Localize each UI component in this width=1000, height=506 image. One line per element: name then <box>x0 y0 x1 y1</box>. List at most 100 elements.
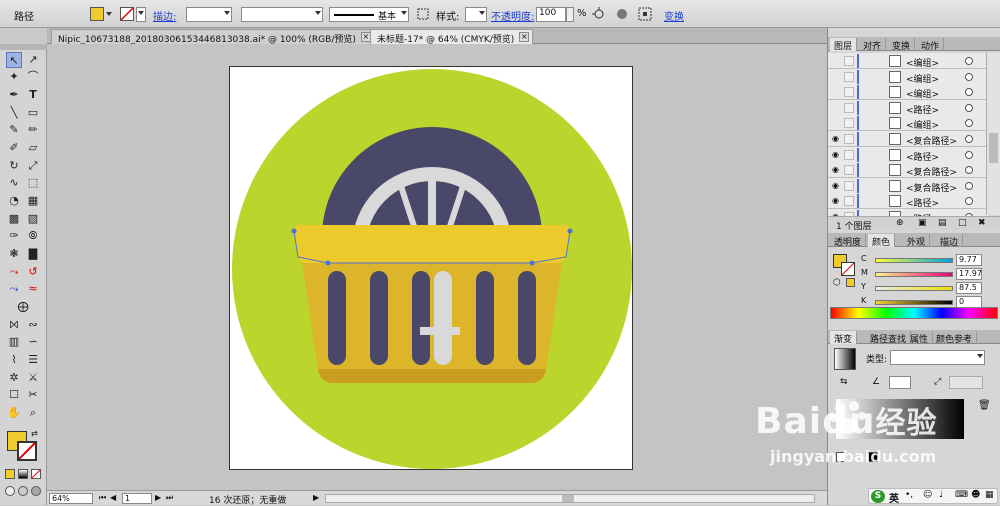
opacity-input[interactable]: 100 <box>536 7 566 22</box>
anchor-tool-icon[interactable]: ⤳ <box>6 281 22 297</box>
new-sublayer-icon[interactable]: ▤ <box>938 218 947 228</box>
tab-stroke[interactable]: 描边 <box>936 234 964 248</box>
draw-normal-icon[interactable] <box>5 486 15 496</box>
tab-attributes[interactable]: 属性 <box>906 331 934 345</box>
layer-row[interactable]: ◉ <复合路径> <box>828 177 988 194</box>
direct-selection-tool-icon[interactable]: ↗ <box>25 52 41 68</box>
target-icon[interactable] <box>965 103 973 112</box>
tab-transform[interactable]: 变换 <box>888 38 916 52</box>
tab-transparency[interactable]: 透明度 <box>830 234 867 248</box>
color-slider-k[interactable]: K0 <box>861 296 1000 310</box>
ime-language[interactable]: 英 <box>889 490 899 505</box>
eye-icon[interactable]: ◉ <box>832 150 842 160</box>
target-icon[interactable] <box>965 166 973 175</box>
lock-toggle[interactable] <box>844 196 854 207</box>
scroll-thumb[interactable] <box>562 495 574 502</box>
ime-punct-icon[interactable]: •, <box>905 490 913 500</box>
gradient-mode-icon[interactable] <box>18 469 28 479</box>
eye-icon[interactable]: ◉ <box>832 134 842 144</box>
bars-tool-icon[interactable]: ☰ <box>25 352 41 368</box>
layer-row[interactable]: <编组> <box>828 68 988 85</box>
rectangle-tool-icon[interactable]: ▭ <box>25 105 41 121</box>
target-icon[interactable] <box>965 135 973 143</box>
tab-pathfinder[interactable]: 路径查找 <box>866 331 912 345</box>
none-mode-icon[interactable] <box>31 469 41 479</box>
artboard-tool-icon[interactable]: ⨝ <box>6 317 22 333</box>
tab-color[interactable]: 颜色 <box>868 234 896 248</box>
type-tool-icon[interactable]: T <box>25 87 41 103</box>
fill-dropdown-icon[interactable] <box>106 10 114 18</box>
smooth-tool-icon[interactable]: ≈ <box>25 281 41 297</box>
slice-tool-icon[interactable]: ⨁ <box>15 299 31 315</box>
canvas-area[interactable] <box>47 44 827 490</box>
swap-colors-icon[interactable]: ⇄ <box>31 430 39 438</box>
zoom-field[interactable]: 64% <box>49 493 93 504</box>
ribbon-tool-icon[interactable]: ∾ <box>25 317 41 333</box>
fill-swatch[interactable] <box>90 7 104 21</box>
tab-layers[interactable]: 图层 <box>830 38 858 52</box>
layers-scroll-thumb[interactable] <box>989 133 998 163</box>
aspect-ratio-input[interactable] <box>949 376 983 389</box>
lock-toggle[interactable] <box>844 180 854 191</box>
ime-user-icon[interactable]: ☻ <box>971 490 980 500</box>
target-icon[interactable] <box>965 181 973 190</box>
gradient-preview[interactable] <box>834 348 856 370</box>
layer-row[interactable]: ◉ <路径> <box>828 146 988 163</box>
target-icon[interactable] <box>965 57 973 65</box>
eyedropper-tool-icon[interactable]: ✑ <box>6 228 22 244</box>
color-slider-c[interactable]: C 9.77 <box>861 254 1000 268</box>
measure-tool-icon[interactable]: ✲ <box>6 370 22 386</box>
opacity-arrow-button[interactable] <box>566 7 574 22</box>
blend-tool-icon[interactable]: ⦾ <box>25 228 41 244</box>
selection-tool-icon[interactable]: ↖ <box>6 52 22 68</box>
target-icon[interactable] <box>965 150 973 159</box>
eye-hidden-icon[interactable] <box>832 103 842 113</box>
zigzag-tool-icon[interactable]: ⌇ <box>6 352 22 368</box>
angle-input[interactable] <box>889 376 911 389</box>
eye-icon[interactable]: ◉ <box>832 165 842 175</box>
tab-color-guide[interactable]: 颜色参考 <box>932 331 978 345</box>
delete-stop-icon[interactable]: 🗑 <box>978 400 991 412</box>
lock-toggle[interactable] <box>844 71 854 82</box>
layer-row[interactable]: <编组> <box>828 53 988 69</box>
eye-hidden-icon[interactable] <box>832 56 842 66</box>
eye-icon[interactable]: ◉ <box>832 196 842 206</box>
channel-value[interactable]: 0 <box>956 296 982 308</box>
eraser-tool-icon[interactable]: ▱ <box>25 140 41 156</box>
opacity-label[interactable]: 不透明度: <box>491 8 534 23</box>
clip-mask-icon[interactable]: ▣ <box>918 218 927 228</box>
lasso-tool-icon[interactable]: ⌒ <box>25 69 41 85</box>
scissors-tool-icon[interactable]: ✂ <box>25 387 41 403</box>
stroke-weight-field[interactable] <box>186 7 232 22</box>
layers-scrollbar[interactable] <box>986 53 1000 215</box>
delete-layer-icon[interactable]: ✖ <box>978 218 986 228</box>
layer-row[interactable]: ◉ <路径> <box>828 193 988 210</box>
last-color-icon[interactable] <box>846 278 855 287</box>
layer-row[interactable]: ◉ <复合路径> <box>828 131 988 147</box>
eye-icon[interactable]: ◉ <box>832 181 842 191</box>
ime-smiley-icon[interactable]: ☺ <box>923 490 932 500</box>
warp-tool-icon[interactable]: ∿ <box>6 175 22 191</box>
ime-mic-icon[interactable]: ♩ <box>939 490 943 500</box>
knife-tool-icon[interactable]: ⚔ <box>25 370 41 386</box>
lock-toggle[interactable] <box>844 134 854 144</box>
channel-track[interactable] <box>875 286 953 291</box>
global-edit-icon[interactable] <box>615 7 629 21</box>
doc-tab-nipic[interactable]: Nipic_10673188_20180306153446813038.ai* … <box>51 29 375 45</box>
lock-toggle[interactable] <box>844 102 854 113</box>
line-tool-icon[interactable]: ╲ <box>6 105 22 121</box>
channel-track[interactable] <box>875 258 953 263</box>
eye-hidden-icon[interactable] <box>832 72 842 82</box>
transform-link[interactable]: 变换 <box>664 8 684 23</box>
doc-tab-untitled[interactable]: 未标题-17* @ 64% (CMYK/预览) × <box>370 29 534 45</box>
tab-appearance[interactable]: 外观 <box>903 234 931 248</box>
brush-tool-icon[interactable]: ✎ <box>6 122 22 138</box>
tab-gradient[interactable]: 渐变 <box>830 331 858 345</box>
align-icon[interactable] <box>416 7 430 21</box>
ime-keyboard-icon[interactable]: ⌨ <box>955 490 968 500</box>
new-layer-icon[interactable]: □ <box>958 218 967 228</box>
artboard[interactable] <box>229 66 633 470</box>
scale-tool-icon[interactable]: ⤢ <box>25 158 41 174</box>
puppet-warp-tool-icon[interactable]: ⤳ <box>6 264 22 280</box>
target-icon[interactable] <box>965 119 973 128</box>
